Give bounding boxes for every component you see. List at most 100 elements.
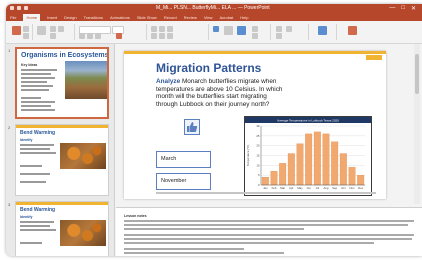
align-center-icon[interactable] (159, 33, 165, 39)
replace-icon[interactable] (276, 33, 282, 39)
answer-box-november[interactable]: November (156, 173, 211, 190)
scrollbar-thumb[interactable] (415, 54, 419, 94)
font-color-icon[interactable] (116, 33, 122, 39)
chart-y-tick-label: 25 (256, 134, 260, 138)
chart-x-tick-label: Jun (306, 186, 311, 190)
ribbon-tab-design[interactable]: Design (64, 14, 76, 21)
thumbnail-subtitle: Key Ideas (21, 63, 38, 67)
section-icon[interactable] (50, 33, 56, 39)
shape-fill-icon[interactable] (252, 26, 258, 32)
notes-pane[interactable]: Lesson notes (116, 207, 422, 256)
vertical-scrollbar[interactable] (414, 44, 420, 204)
analyze-label: Analyze (156, 78, 181, 85)
minimize-button[interactable]: — (389, 5, 395, 12)
thumbnail-title: Bend Warming (20, 207, 56, 213)
chart-title: Average Temperatures in Lubbock Texas 20… (277, 119, 339, 123)
close-button[interactable]: ✕ (411, 5, 416, 12)
ribbon-tab-file[interactable]: File (10, 14, 16, 21)
drawing-group (210, 24, 271, 40)
italic-icon[interactable] (87, 33, 93, 39)
ribbon-tab-view[interactable]: View (204, 14, 213, 21)
shape-outline-icon[interactable] (252, 33, 258, 39)
ribbon-tab-insert[interactable]: Insert (47, 14, 57, 21)
ribbon-tab-record[interactable]: Record (164, 14, 177, 21)
temperature-chart[interactable]: Average Temperatures in Lubbock Texas 20… (244, 116, 372, 196)
slide-thumbnail-pane: 1 Organisms in Ecosystems Key Ideas 2 Be… (6, 44, 115, 256)
dictate-icon[interactable] (318, 26, 327, 35)
chart-bar-apr (287, 153, 295, 186)
align-left-icon[interactable] (151, 33, 157, 39)
reset-icon[interactable] (58, 26, 64, 32)
chart-bar-oct (339, 153, 347, 186)
chart-y-tick-label: 0 (258, 183, 260, 187)
chart-x-tick-label: Oct (341, 186, 346, 190)
ribbon-tab-transitions[interactable]: Transitions (84, 14, 103, 21)
chart-x-tick-label: May (297, 186, 303, 190)
align-right-icon[interactable] (167, 33, 173, 39)
chart-x-tick-label: Feb (272, 186, 277, 190)
chart-bar-jan (261, 176, 269, 186)
ribbon-tab-review[interactable]: Review (184, 14, 197, 21)
thumbnail-number: 3 (8, 202, 11, 207)
bullets-icon[interactable] (151, 26, 157, 32)
chart-x-tick-label: Aug (324, 186, 329, 190)
powerpoint-window: M_Mi... PLSN... ButterflyMi... ELA ... —… (6, 4, 422, 256)
ribbon-tab-help[interactable]: Help (240, 14, 248, 21)
notes-label: Lesson notes (124, 214, 147, 218)
numbering-icon[interactable] (159, 26, 165, 32)
slide-badge (366, 55, 382, 60)
undo-icon[interactable] (17, 6, 21, 10)
ribbon-tab-acrobat[interactable]: Acrobat (219, 14, 233, 21)
redo-icon[interactable] (24, 6, 28, 10)
select-icon[interactable] (286, 26, 292, 32)
cut-icon[interactable] (23, 26, 29, 32)
underline-icon[interactable] (95, 33, 101, 39)
chart-bar-feb (270, 171, 278, 186)
thumbnail-number: 2 (8, 125, 11, 130)
indent-icon[interactable] (167, 26, 173, 32)
designer-icon[interactable] (348, 26, 357, 35)
chart-y-tick-label: 30 (256, 124, 260, 128)
ribbon-tab-home[interactable]: Home (23, 14, 41, 21)
slide-canvas[interactable]: Migration Patterns Analyze Monarch butte… (124, 51, 386, 199)
slide-thumbnail-2[interactable]: Bend Warming Identify (15, 124, 109, 196)
chart-bar-aug (322, 133, 330, 186)
ribbon-tabs: File Home Insert Design Transitions Animation… (6, 14, 422, 21)
save-icon[interactable] (10, 6, 14, 10)
slide-thumbnail-3[interactable]: Bend Warming Identify (15, 201, 109, 256)
answer-label: November (161, 178, 187, 184)
thumbs-up-icon (184, 119, 200, 135)
font-group (76, 24, 147, 40)
chart-svg: Average Temperatures in Lubbock Texas 20… (245, 117, 371, 190)
answer-box-march[interactable]: March (156, 151, 211, 168)
copy-icon[interactable] (23, 33, 29, 39)
chart-bar-sep (331, 141, 339, 186)
ribbon-tab-animations[interactable]: Animations (110, 14, 130, 21)
slide-thumbnail-1[interactable]: Organisms in Ecosystems Key Ideas (15, 47, 109, 119)
designer-group (338, 24, 368, 40)
slide-title[interactable]: Migration Patterns (156, 61, 261, 75)
find-icon[interactable] (276, 26, 282, 32)
chart-caption-line (156, 192, 376, 194)
thumbnail-title: Organisms in Ecosystems (21, 52, 109, 59)
bold-icon[interactable] (79, 33, 85, 39)
maximize-button[interactable]: □ (401, 5, 405, 12)
voice-group (310, 24, 337, 40)
arrange-icon[interactable] (224, 26, 233, 35)
butterfly-photo (60, 143, 106, 169)
paste-icon[interactable] (12, 26, 21, 35)
shapes-icon[interactable] (213, 26, 219, 32)
chart-bar-jun (305, 133, 313, 186)
chart-y-tick-label: 5 (258, 173, 260, 177)
quick-styles-icon[interactable] (237, 26, 246, 35)
chart-y-tick-label: 10 (256, 163, 260, 167)
butterfly-photo (60, 220, 106, 246)
thumbnail-subtitle: Identify (20, 215, 33, 219)
layout-icon[interactable] (50, 26, 56, 32)
ribbon-tab-slide-show[interactable]: Slide Show (137, 14, 157, 21)
title-bar: M_Mi... PLSN... ButterflyMi... ELA ... —… (6, 4, 422, 14)
chart-x-tick-label: Nov (350, 186, 356, 190)
chart-y-tick-label: 15 (256, 154, 260, 158)
new-slide-icon[interactable] (37, 26, 46, 35)
analyze-textbox[interactable]: Analyze Monarch butterflies migrate when… (156, 78, 286, 108)
